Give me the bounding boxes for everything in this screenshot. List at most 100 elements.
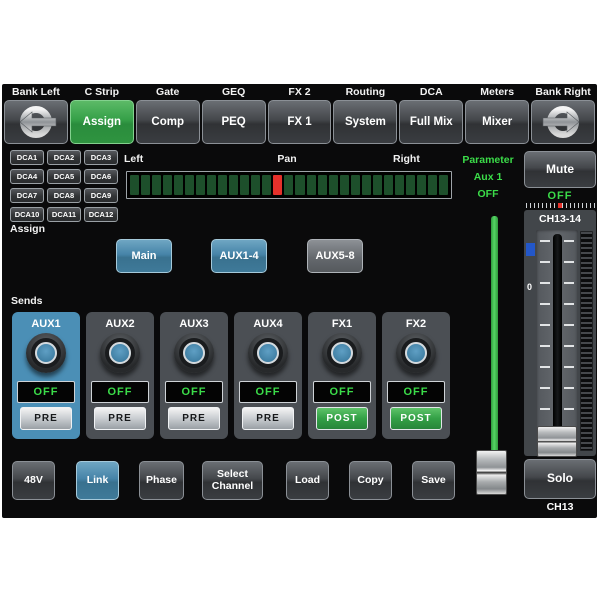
send-title: AUX2 <box>86 318 154 330</box>
dca-button-7[interactable]: DCA7 <box>10 188 44 203</box>
pan-segment <box>207 175 216 195</box>
mixer-button[interactable]: Mixer <box>465 100 529 144</box>
dca-button-2[interactable]: DCA2 <box>47 150 81 165</box>
fader-blue-marker <box>526 243 535 256</box>
assign-button[interactable]: Assign <box>70 100 134 144</box>
dca-button-9[interactable]: DCA9 <box>84 188 118 203</box>
fader-handle[interactable] <box>537 426 577 457</box>
dca-button-5[interactable]: DCA5 <box>47 169 81 184</box>
sends-section-label: Sends <box>11 295 43 307</box>
bank-left-button[interactable] <box>4 100 68 144</box>
fader-track[interactable] <box>553 234 562 446</box>
send-pre-post-button[interactable]: POST <box>316 407 368 430</box>
mute-status: OFF <box>524 190 596 202</box>
send-knob[interactable] <box>174 333 214 373</box>
nav-col-dca: DCA Full Mix <box>399 84 463 144</box>
pan-segment <box>240 175 249 195</box>
pan-segment <box>428 175 437 195</box>
pan-segment <box>362 175 371 195</box>
nav-label-fx2: FX 2 <box>268 84 332 100</box>
send-pre-post-button[interactable]: PRE <box>20 407 72 430</box>
send-strip-fx1: FX1 OFF POST <box>308 312 376 439</box>
pan-segment <box>351 175 360 195</box>
nav-label-bank-left: Bank Left <box>4 84 68 100</box>
dca-button-6[interactable]: DCA6 <box>84 169 118 184</box>
load-button[interactable]: Load <box>286 461 329 500</box>
send-pre-post-button[interactable]: PRE <box>168 407 220 430</box>
strip-pan-indicator <box>558 203 562 208</box>
knob-cap-icon <box>35 342 57 364</box>
send-value-display: OFF <box>313 381 371 403</box>
arrow-right-icon <box>539 103 587 141</box>
link-button[interactable]: Link <box>76 461 119 500</box>
send-knob[interactable] <box>248 333 288 373</box>
peq-button[interactable]: PEQ <box>202 100 266 144</box>
knob-cap-icon <box>109 342 131 364</box>
pan-segment <box>373 175 382 195</box>
phantom-48v-button[interactable]: 48V <box>12 461 55 500</box>
parameter-slider-track[interactable] <box>491 216 498 453</box>
pan-segment <box>406 175 415 195</box>
pan-meter[interactable] <box>126 171 452 199</box>
parameter-slider-handle[interactable] <box>476 450 507 495</box>
comp-button[interactable]: Comp <box>136 100 200 144</box>
pan-segment <box>307 175 316 195</box>
pan-segment <box>251 175 260 195</box>
save-button[interactable]: Save <box>412 461 455 500</box>
nav-label-routing: Routing <box>333 84 397 100</box>
nav-col-geq: GEQ PEQ <box>202 84 266 144</box>
nav-label-gate: Gate <box>136 84 200 100</box>
pan-segment <box>174 175 183 195</box>
phase-button[interactable]: Phase <box>139 461 184 500</box>
top-nav: Bank Left C Strip Assign Gate Comp <box>2 84 597 144</box>
pan-segment <box>152 175 161 195</box>
send-strip-aux2: AUX2 OFF PRE <box>86 312 154 439</box>
nav-col-bank-right: Bank Right <box>531 84 595 144</box>
bank-right-button[interactable] <box>531 100 595 144</box>
send-pre-post-button[interactable]: PRE <box>242 407 294 430</box>
nav-label-bank-right: Bank Right <box>531 84 595 100</box>
fader-scale-right <box>564 240 574 442</box>
pan-segment <box>384 175 393 195</box>
system-button[interactable]: System <box>333 100 397 144</box>
send-pre-post-button[interactable]: POST <box>390 407 442 430</box>
channel-fader-strip: CH13-14 0 <box>524 210 596 456</box>
dca-button-1[interactable]: DCA1 <box>10 150 44 165</box>
bus-tab-aux1-4[interactable]: AUX1-4 <box>211 239 267 273</box>
pan-segment <box>218 175 227 195</box>
dca-button-11[interactable]: DCA11 <box>47 207 81 222</box>
send-value-display: OFF <box>239 381 297 403</box>
send-pre-post-button[interactable]: PRE <box>94 407 146 430</box>
pan-segment <box>185 175 194 195</box>
copy-button[interactable]: Copy <box>349 461 392 500</box>
dca-button-12[interactable]: DCA12 <box>84 207 118 222</box>
channel-name: CH13-14 <box>524 213 596 225</box>
dca-button-4[interactable]: DCA4 <box>10 169 44 184</box>
pan-segment <box>295 175 304 195</box>
fx1-button[interactable]: FX 1 <box>268 100 332 144</box>
knob-cap-icon <box>183 342 205 364</box>
send-strip-aux1: AUX1 OFF PRE <box>12 312 80 439</box>
dca-button-3[interactable]: DCA3 <box>84 150 118 165</box>
pan-segment <box>417 175 426 195</box>
mute-button[interactable]: Mute <box>524 151 596 188</box>
send-title: AUX1 <box>12 318 80 330</box>
send-value-display: OFF <box>91 381 149 403</box>
send-knob[interactable] <box>322 333 362 373</box>
dca-button-10[interactable]: DCA10 <box>10 207 44 222</box>
bus-tab-aux5-8[interactable]: AUX5-8 <box>307 239 363 273</box>
select-channel-button[interactable]: Select Channel <box>202 461 263 500</box>
send-knob[interactable] <box>100 333 140 373</box>
full-mix-button[interactable]: Full Mix <box>399 100 463 144</box>
send-knob[interactable] <box>396 333 436 373</box>
send-knob[interactable] <box>26 333 66 373</box>
send-strip-aux4: AUX4 OFF PRE <box>234 312 302 439</box>
send-title: AUX3 <box>160 318 228 330</box>
dca-button-8[interactable]: DCA8 <box>47 188 81 203</box>
solo-button[interactable]: Solo <box>524 459 596 499</box>
nav-col-c-strip: C Strip Assign <box>70 84 134 144</box>
pan-center-label: Pan <box>277 153 296 165</box>
nav-label-meters: Meters <box>465 84 529 100</box>
bus-tab-main[interactable]: Main <box>116 239 172 273</box>
send-strip-aux3: AUX3 OFF PRE <box>160 312 228 439</box>
